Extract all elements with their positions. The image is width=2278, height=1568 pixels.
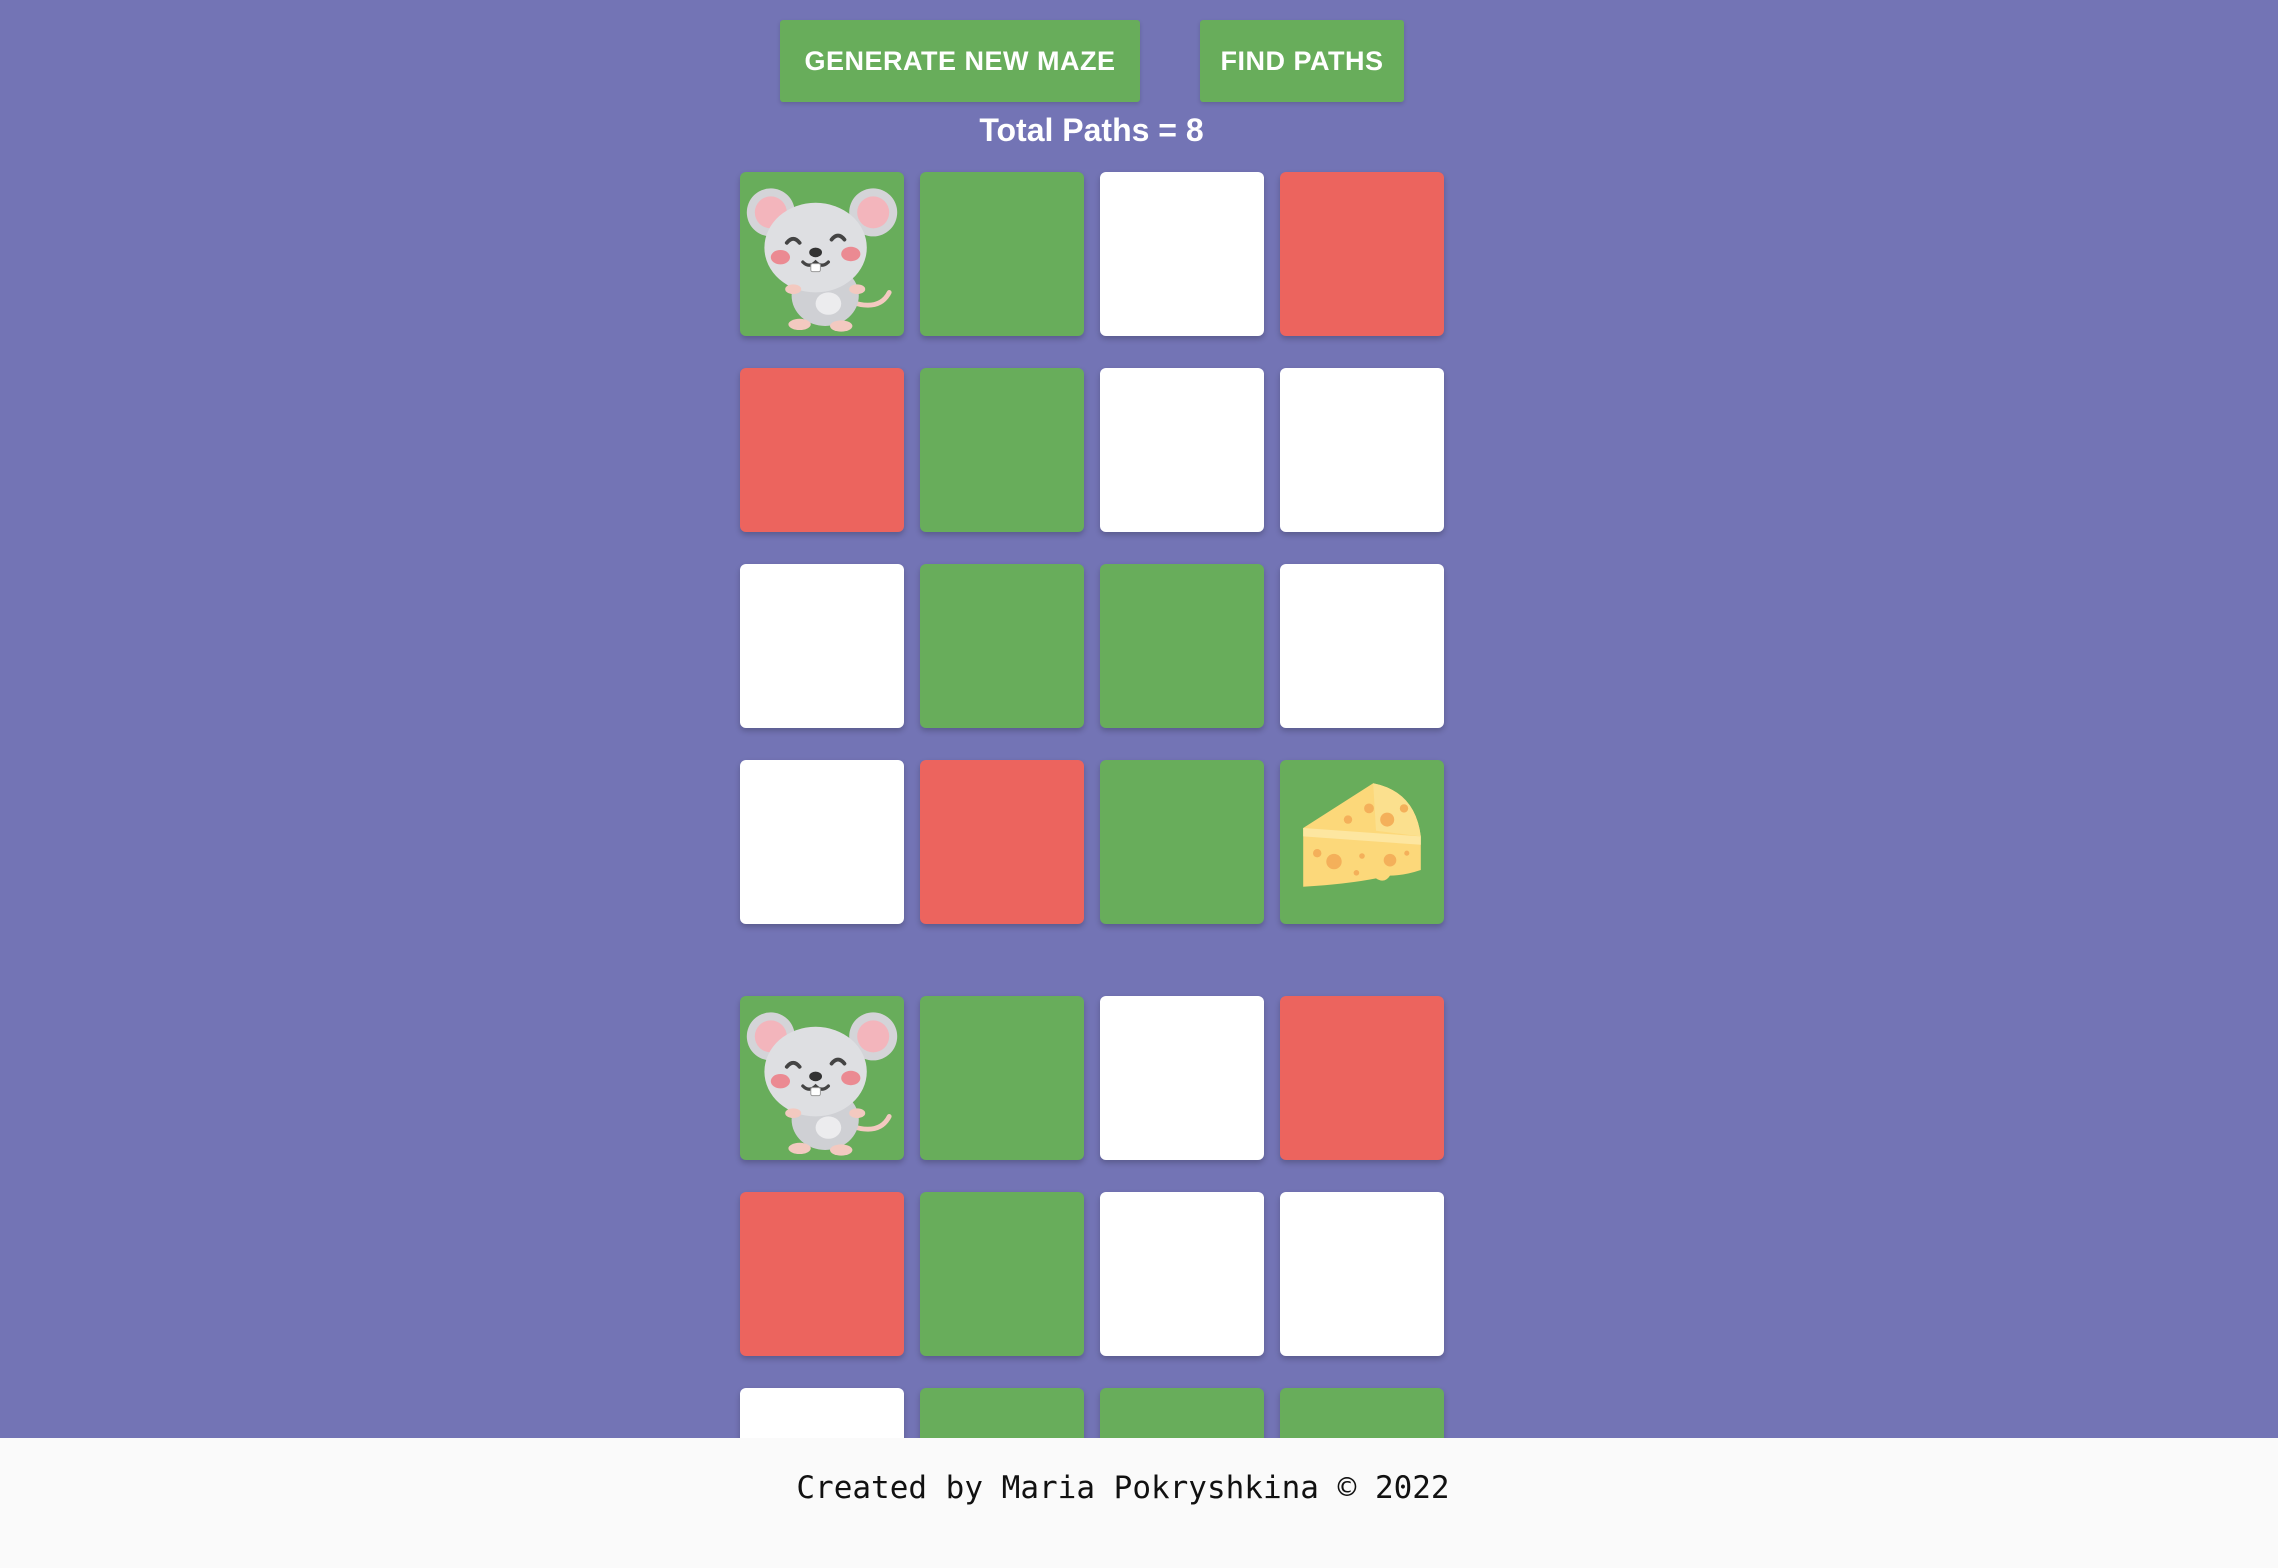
maze-cell-open[interactable]: [1280, 564, 1444, 728]
maze-cell-path[interactable]: [920, 564, 1084, 728]
footer-credit: Created by Maria Pokryshkina © 2022: [796, 1470, 1450, 1506]
maze-cell-goal[interactable]: [1280, 760, 1444, 924]
maze-cell-path[interactable]: [1100, 564, 1264, 728]
maze-cell-open[interactable]: [1280, 368, 1444, 532]
generate-new-maze-button[interactable]: GENERATE NEW MAZE: [780, 20, 1140, 102]
maze-cell-open[interactable]: [1100, 996, 1264, 1160]
maze-cell-wall[interactable]: [1280, 996, 1444, 1160]
maze-cell-start[interactable]: [740, 996, 904, 1160]
maze-cell-path[interactable]: [920, 996, 1084, 1160]
maze-cell-path[interactable]: [1100, 760, 1264, 924]
total-paths-counter: Total Paths = 8: [979, 112, 1204, 148]
maze-cell-open[interactable]: [740, 760, 904, 924]
mouse-icon: [742, 174, 902, 334]
maze-cell-wall[interactable]: [920, 760, 1084, 924]
find-paths-button[interactable]: FIND PATHS: [1200, 20, 1404, 102]
cheese-icon: [1292, 772, 1432, 912]
maze-cell-wall[interactable]: [740, 1192, 904, 1356]
maze-cell-open[interactable]: [740, 564, 904, 728]
mouse-icon: [742, 998, 902, 1158]
maze-cell-open[interactable]: [1100, 1192, 1264, 1356]
maze-cell-path[interactable]: [920, 1192, 1084, 1356]
maze-cell-open[interactable]: [1100, 172, 1264, 336]
footer: Created by Maria Pokryshkina © 2022: [0, 1438, 2278, 1568]
toolbar: GENERATE NEW MAZE FIND PATHS: [0, 20, 2278, 102]
maze-cell-open[interactable]: [1280, 1192, 1444, 1356]
maze-cell-wall[interactable]: [740, 368, 904, 532]
maze-cell-wall[interactable]: [1280, 172, 1444, 336]
maze-cell-open[interactable]: [1100, 368, 1264, 532]
maze-cell-path[interactable]: [920, 368, 1084, 532]
maze-cell-path[interactable]: [920, 172, 1084, 336]
maze-cell-start[interactable]: [740, 172, 904, 336]
